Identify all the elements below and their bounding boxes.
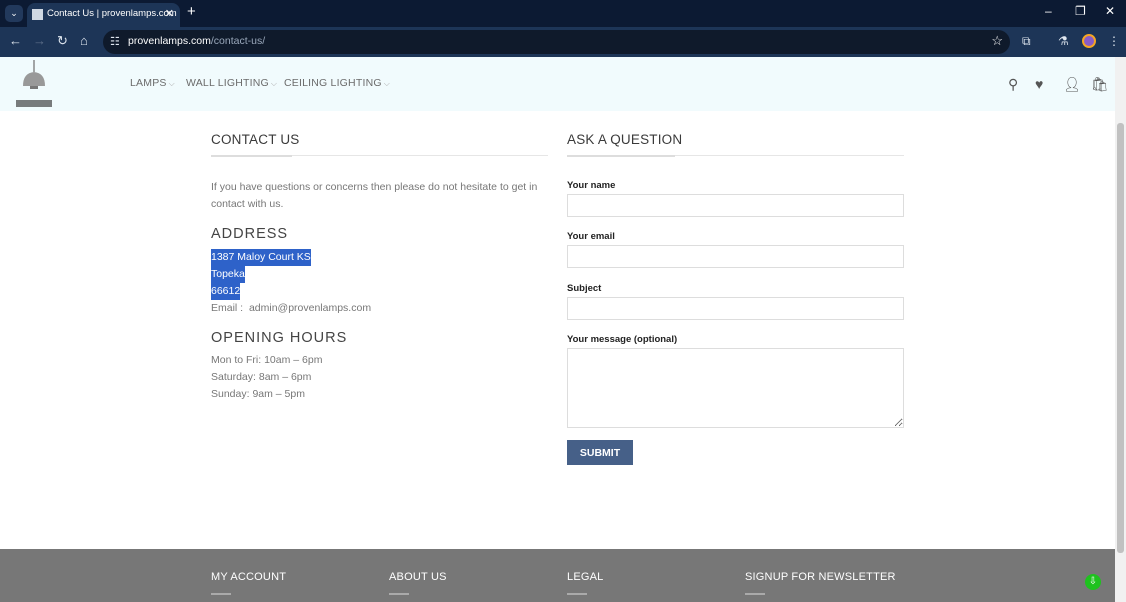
browser-tab[interactable]: Contact Us | provenlamps.com ✕ xyxy=(27,3,180,27)
profile-avatar[interactable] xyxy=(1082,34,1096,48)
scrollbar-track-top xyxy=(1115,57,1126,111)
forward-icon[interactable]: → xyxy=(33,33,46,48)
site-header: LAMPS ⌵ WALL LIGHTING ⌵ CEILING LIGHTING ⌵ … xyxy=(0,57,1115,111)
address-bar[interactable]: ☷ provenlamps.com/contact-us/ ☆ xyxy=(103,30,1010,54)
tab-search-button[interactable]: ⌄ xyxy=(5,5,23,22)
nav-label: LAMPS xyxy=(130,77,167,89)
nav-lamps[interactable]: LAMPS ⌵ xyxy=(130,77,175,89)
subject-input[interactable] xyxy=(567,297,904,320)
name-label: Your name xyxy=(567,180,616,191)
chevron-down-icon: ⌵ xyxy=(383,79,390,88)
address-line: 1387 Maloy Court KS xyxy=(211,249,311,266)
reload-icon[interactable]: ↻ xyxy=(57,33,68,49)
site-info-icon[interactable]: ☷ xyxy=(110,35,120,48)
chevron-down-icon: ⌵ xyxy=(270,79,278,88)
url-domain: provenlamps.com xyxy=(128,35,211,47)
labs-flask-icon[interactable]: ⚗ xyxy=(1058,34,1069,48)
hours-title: OPENING HOURS xyxy=(211,330,348,346)
nav-label: WALL LIGHTING xyxy=(186,77,269,89)
divider xyxy=(211,593,231,595)
contact-title: CONTACT US xyxy=(211,132,300,147)
footer-my-account: MY ACCOUNT xyxy=(211,571,287,583)
email-label: Email : xyxy=(211,302,244,314)
close-window-button[interactable]: ✕ xyxy=(1105,4,1115,18)
url-path: /contact-us/ xyxy=(210,35,266,47)
email-input[interactable] xyxy=(567,245,904,268)
address-city: Topeka xyxy=(211,266,245,283)
scrollbar-thumb[interactable] xyxy=(1117,123,1124,553)
menu-kebab-icon[interactable]: ⋮ xyxy=(1108,34,1120,48)
subject-label: Subject xyxy=(567,283,602,294)
divider xyxy=(567,593,587,595)
floating-widget-icon[interactable]: ⇩ xyxy=(1085,574,1101,590)
bookmark-star-icon[interactable]: ☆ xyxy=(991,33,1003,49)
divider xyxy=(745,593,765,595)
divider xyxy=(389,593,409,595)
scrollbar[interactable] xyxy=(1115,111,1126,602)
restore-button[interactable]: ❐ xyxy=(1075,4,1086,18)
email-label: Your email xyxy=(567,231,615,242)
account-icon[interactable]: 👤︎ xyxy=(1063,76,1081,93)
message-textarea[interactable] xyxy=(567,348,904,428)
footer-about-us: ABOUT US xyxy=(389,571,447,583)
tab-title: Contact Us | provenlamps.com xyxy=(47,8,177,19)
message-label: Your message (optional) xyxy=(567,334,678,345)
form-title: ASK A QUESTION xyxy=(567,132,683,147)
browser-toolbar: ← → ↻ ⌂ ☷ provenlamps.com/contact-us/ ☆ … xyxy=(0,27,1126,57)
home-icon[interactable]: ⌂ xyxy=(80,33,88,48)
new-tab-button[interactable]: + xyxy=(187,3,196,20)
email-link[interactable]: admin@provenlamps.com xyxy=(249,302,371,314)
browser-tab-bar: ⌄ Contact Us | provenlamps.com ✕ + – ❐ ✕ xyxy=(0,0,1126,27)
favicon-icon xyxy=(32,9,43,20)
nav-label: CEILING LIGHTING xyxy=(284,77,382,89)
lighting-logo[interactable] xyxy=(15,60,55,110)
divider xyxy=(567,155,904,157)
wishlist-heart-icon[interactable]: ♥ xyxy=(1035,76,1043,92)
nav-ceiling-lighting[interactable]: CEILING LIGHTING ⌵ xyxy=(284,77,390,89)
address-title: ADDRESS xyxy=(211,226,289,242)
close-tab-icon[interactable]: ✕ xyxy=(165,3,174,25)
name-input[interactable] xyxy=(567,194,904,217)
footer: MY ACCOUNT ABOUT US LEGAL SIGNUP FOR NEW… xyxy=(0,549,1115,602)
nav-wall-lighting[interactable]: WALL LIGHTING ⌵ xyxy=(186,77,277,89)
extensions-icon[interactable]: ⧉ xyxy=(1022,34,1031,49)
footer-newsletter: SIGNUP FOR NEWSLETTER xyxy=(745,571,896,583)
opening-hours: Mon to Fri: 10am – 6pm Saturday: 8am – 6p… xyxy=(211,354,323,400)
divider xyxy=(211,155,548,157)
footer-legal: LEGAL xyxy=(567,571,604,583)
submit-button[interactable]: SUBMIT xyxy=(567,440,633,465)
contact-intro: If you have questions or concerns then p… xyxy=(211,181,538,210)
address-zip: 66612 xyxy=(211,283,241,300)
minimize-button[interactable]: – xyxy=(1045,4,1052,18)
address-block: 1387 Maloy Court KS Topeka 66612 Email :… xyxy=(211,249,371,317)
back-icon[interactable]: ← xyxy=(9,33,22,48)
cart-bag-icon[interactable]: 🛍︎ xyxy=(1091,76,1109,93)
search-icon[interactable]: ⚲ xyxy=(1008,76,1018,93)
chevron-down-icon: ⌵ xyxy=(168,79,175,88)
